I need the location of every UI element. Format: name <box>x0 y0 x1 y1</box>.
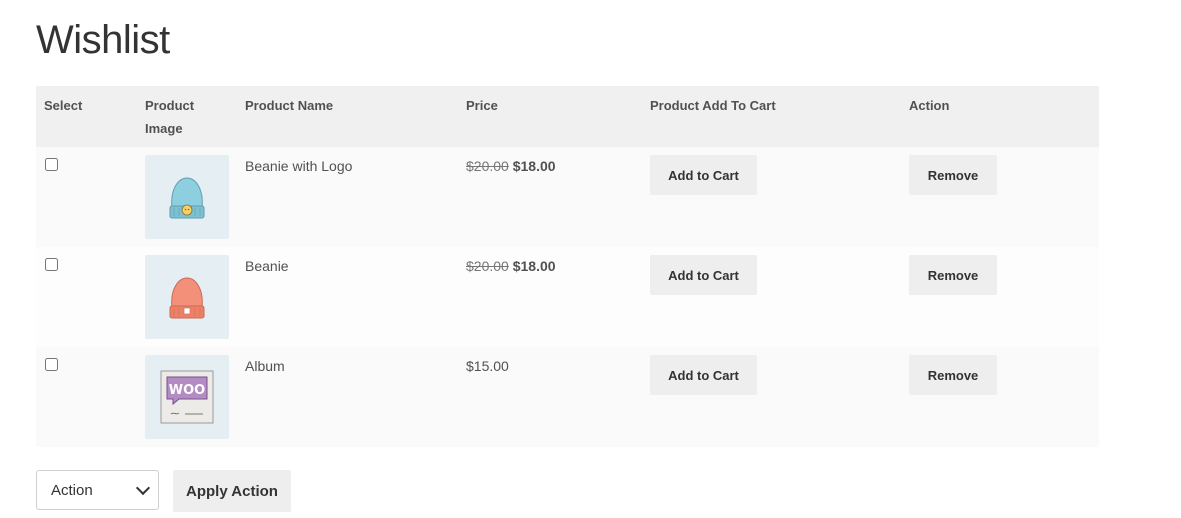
table-row: Beanie $20.00 $18.00 Add to Cart Remove <box>36 247 1099 347</box>
price-cell: $20.00 $18.00 <box>458 247 642 347</box>
page-title: Wishlist <box>36 18 170 62</box>
header-product-image: Product Image <box>137 86 237 147</box>
price-cell: $15.00 <box>458 347 642 447</box>
remove-button[interactable]: Remove <box>909 255 997 295</box>
woo-album-image: WOO <box>160 370 214 424</box>
add-to-cart-button[interactable]: Add to Cart <box>650 355 757 395</box>
product-price: $20.00 $18.00 <box>466 156 556 176</box>
add-to-cart-cell: Add to Cart <box>642 347 901 447</box>
add-to-cart-cell: Add to Cart <box>642 147 901 247</box>
header-action: Action <box>901 86 1099 147</box>
image-cell: WOO <box>137 347 237 447</box>
product-thumbnail[interactable]: WOO <box>145 355 229 439</box>
header-add-to-cart: Product Add To Cart <box>642 86 901 147</box>
bulk-action-selected-value: Action <box>51 481 93 499</box>
image-cell <box>137 147 237 247</box>
bulk-action-select[interactable]: Action <box>36 470 159 510</box>
product-name[interactable]: Album <box>245 356 285 376</box>
table-row: WOO Album $15.00 Add to Cart Remove <box>36 347 1099 447</box>
image-cell <box>137 247 237 347</box>
add-to-cart-cell: Add to Cart <box>642 247 901 347</box>
select-cell <box>36 147 137 247</box>
header-select: Select <box>36 86 137 147</box>
chevron-down-icon <box>135 480 151 496</box>
table-row: Beanie with Logo $20.00 $18.00 Add to Ca… <box>36 147 1099 247</box>
remove-button[interactable]: Remove <box>909 155 997 195</box>
action-cell: Remove <box>901 347 1099 447</box>
product-name-cell: Beanie <box>237 247 458 347</box>
product-price: $15.00 <box>466 358 509 374</box>
svg-text:WOO: WOO <box>169 383 205 398</box>
add-to-cart-button[interactable]: Add to Cart <box>650 155 757 195</box>
orange-beanie-image <box>169 277 205 319</box>
regular-price: $20.00 <box>466 158 509 174</box>
regular-price: $20.00 <box>466 258 509 274</box>
price-cell: $20.00 $18.00 <box>458 147 642 247</box>
remove-button[interactable]: Remove <box>909 355 997 395</box>
table-header-row: Select Product Image Product Name Price … <box>36 86 1099 147</box>
header-price: Price <box>458 86 642 147</box>
row-select-checkbox[interactable] <box>45 358 58 371</box>
add-to-cart-button[interactable]: Add to Cart <box>650 255 757 295</box>
action-cell: Remove <box>901 247 1099 347</box>
product-name-cell: Album <box>237 347 458 447</box>
product-name-cell: Beanie with Logo <box>237 147 458 247</box>
row-select-checkbox[interactable] <box>45 158 58 171</box>
wishlist-table: Select Product Image Product Name Price … <box>36 86 1099 447</box>
select-cell <box>36 347 137 447</box>
apply-action-button[interactable]: Apply Action <box>173 470 291 512</box>
product-name[interactable]: Beanie <box>245 256 289 276</box>
row-select-checkbox[interactable] <box>45 258 58 271</box>
bulk-action-bar: Action Apply Action <box>36 470 291 512</box>
sale-price: $18.00 <box>512 258 556 274</box>
blue-beanie-with-logo-image <box>169 177 205 219</box>
action-cell: Remove <box>901 147 1099 247</box>
select-cell <box>36 247 137 347</box>
product-thumbnail[interactable] <box>145 255 229 339</box>
product-name[interactable]: Beanie with Logo <box>245 156 352 176</box>
header-product-name: Product Name <box>237 86 458 147</box>
sale-price: $18.00 <box>512 158 556 174</box>
product-price: $20.00 $18.00 <box>466 256 556 276</box>
product-thumbnail[interactable] <box>145 155 229 239</box>
